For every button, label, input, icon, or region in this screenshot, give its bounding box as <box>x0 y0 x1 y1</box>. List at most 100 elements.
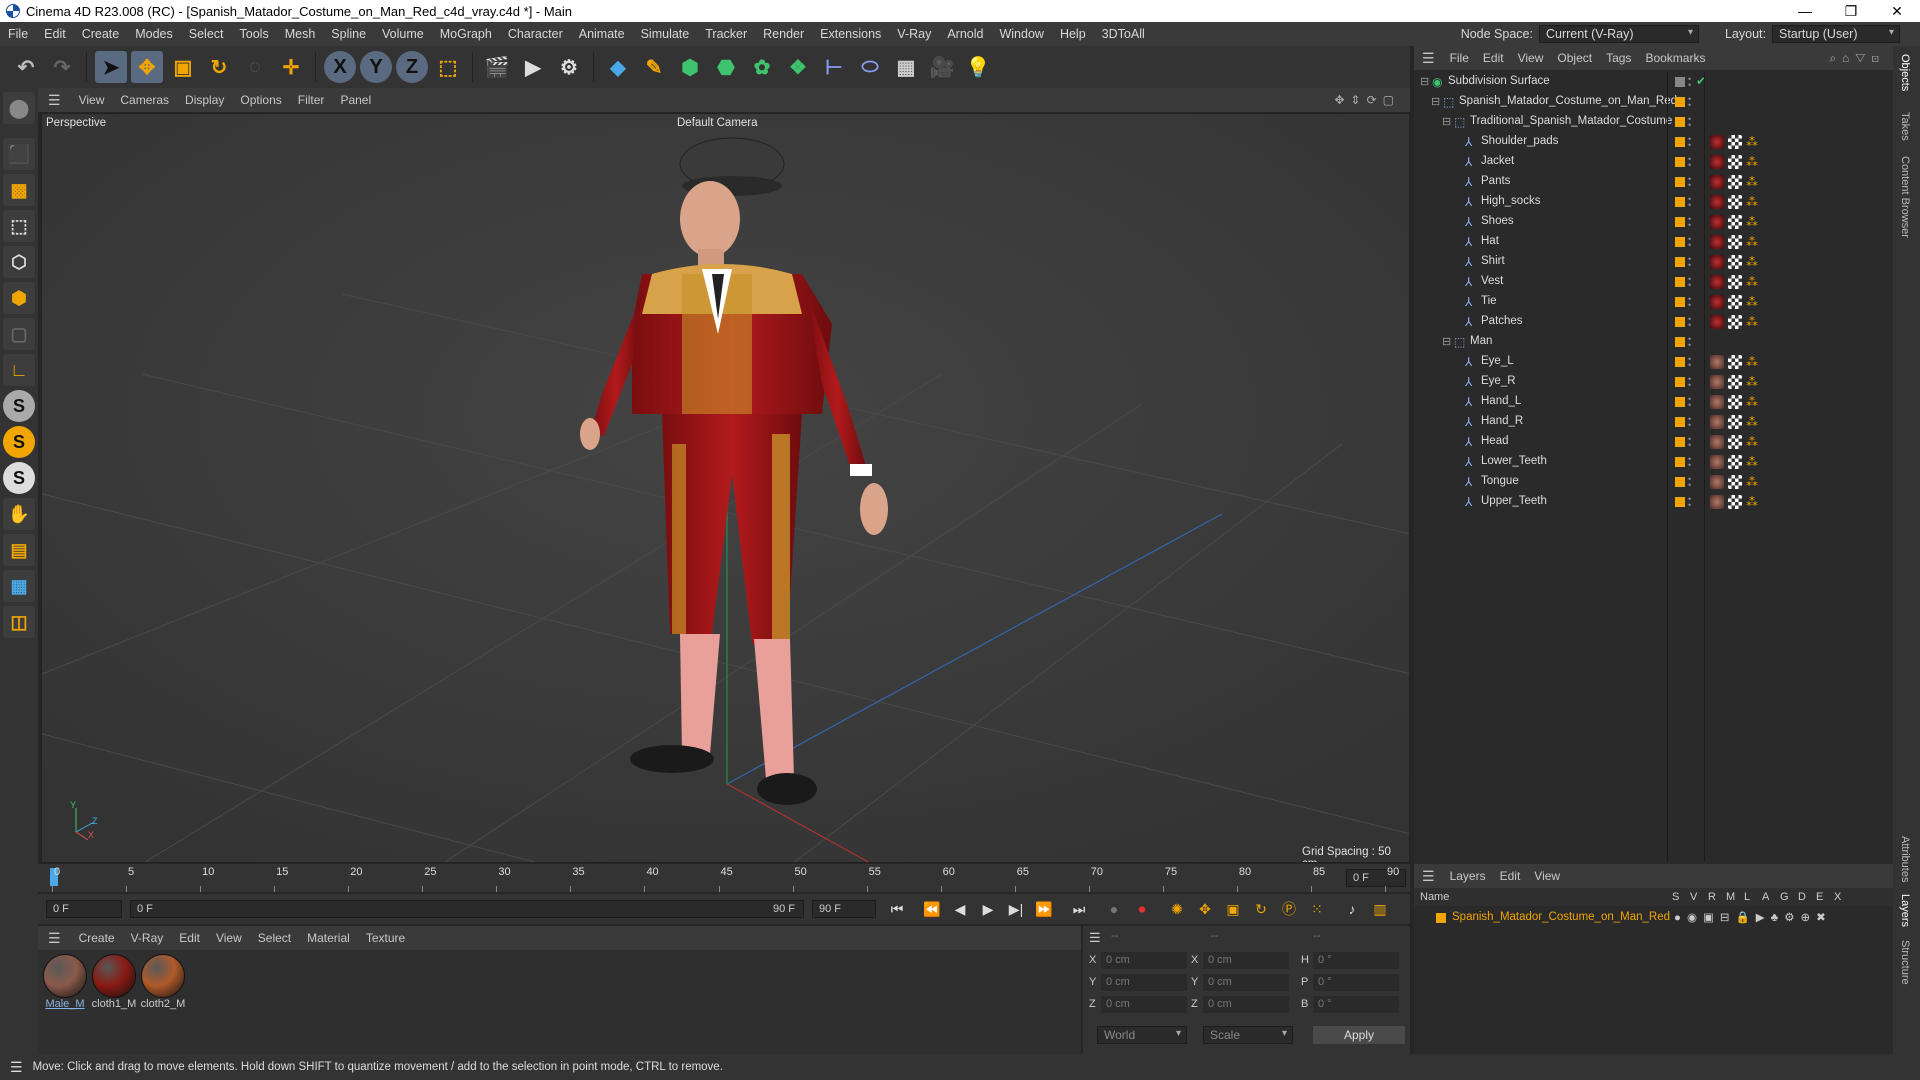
object-name[interactable]: Spanish_Matador_Costume_on_Man_Red <box>1459 95 1677 107</box>
object-row[interactable]: ⅄ Patches • • ⁂ <box>1414 312 1893 332</box>
brush-icon[interactable]: ✋ <box>3 498 35 530</box>
hamburger-icon[interactable]: ☰ <box>38 92 71 109</box>
cube-icon[interactable]: ◆ <box>602 51 634 83</box>
material-menu-edit[interactable]: Edit <box>171 931 208 945</box>
material-tag-icon[interactable] <box>1710 135 1724 149</box>
vray-tag-icon[interactable]: ⁂ <box>1746 355 1760 369</box>
scale-icon[interactable]: ▣ <box>167 51 199 83</box>
material-tag-icon[interactable] <box>1710 315 1724 329</box>
texture-tag-icon[interactable] <box>1728 135 1742 149</box>
minimize-button[interactable]: — <box>1782 0 1828 22</box>
visibility-dots-icon[interactable]: • • <box>1688 115 1692 130</box>
key-pla-icon[interactable]: ⁙ <box>1306 898 1328 920</box>
material-name[interactable]: Male_M <box>42 998 88 1010</box>
end-frame-field[interactable]: 90 F <box>812 900 876 918</box>
layer-color-box[interactable] <box>1675 197 1685 207</box>
object-row[interactable]: ⅄ Eye_L • • ⁂ <box>1414 352 1893 372</box>
coord-value-field[interactable]: 0 cm <box>1203 952 1289 969</box>
viewport-menu-display[interactable]: Display <box>177 93 232 107</box>
texture-tag-icon[interactable] <box>1728 495 1742 509</box>
menu-item-create[interactable]: Create <box>74 27 128 41</box>
material-tag-icon[interactable] <box>1710 175 1724 189</box>
viewport-menu-view[interactable]: View <box>71 93 113 107</box>
visibility-dots-icon[interactable]: • • <box>1688 295 1692 310</box>
object-menu-object[interactable]: Object <box>1550 51 1599 65</box>
viewport-menu-filter[interactable]: Filter <box>290 93 333 107</box>
visibility-dots-icon[interactable]: • • <box>1688 235 1692 250</box>
menu-item-tools[interactable]: Tools <box>232 27 277 41</box>
layer-color-box[interactable] <box>1675 497 1685 507</box>
previous-frame-icon[interactable]: ◀ <box>949 898 971 920</box>
vray-tag-icon[interactable]: ⁂ <box>1746 375 1760 389</box>
material-tag-icon[interactable] <box>1710 275 1724 289</box>
object-row[interactable]: ⅄ Upper_Teeth • • ⁂ <box>1414 492 1893 512</box>
object-row[interactable]: ⅄ Jacket • • ⁂ <box>1414 152 1893 172</box>
vray-tag-icon[interactable]: ⁂ <box>1746 135 1760 149</box>
object-name[interactable]: Hand_L <box>1481 395 1521 407</box>
object-name[interactable]: Subdivision Surface <box>1448 75 1550 87</box>
uv-mode-icon[interactable]: ▢ <box>3 318 35 350</box>
object-row[interactable]: ⅄ Tie • • ⁂ <box>1414 292 1893 312</box>
viewport-camera-name[interactable]: Default Camera <box>677 117 758 129</box>
texture-tag-icon[interactable] <box>1728 155 1742 169</box>
layer-name[interactable]: Spanish_Matador_Costume_on_Man_Red <box>1452 911 1670 923</box>
visibility-dots-icon[interactable]: • • <box>1688 175 1692 190</box>
coordinate-system-icon[interactable]: ⬚ <box>432 51 464 83</box>
object-name[interactable]: Traditional_Spanish_Matador_Costume <box>1470 115 1672 127</box>
vray-tag-icon[interactable]: ⁂ <box>1746 275 1760 289</box>
material-tag-icon[interactable] <box>1710 155 1724 169</box>
live-select-icon[interactable]: ◌ <box>239 51 271 83</box>
vray-tag-icon[interactable]: ⁂ <box>1746 395 1760 409</box>
material-tag-icon[interactable] <box>1710 395 1724 409</box>
menu-item-help[interactable]: Help <box>1052 27 1094 41</box>
visibility-dots-icon[interactable]: • • <box>1688 135 1692 150</box>
y-axis-icon[interactable]: Y <box>360 51 392 83</box>
layer-color-box[interactable] <box>1675 297 1685 307</box>
material-swatch[interactable]: Male_M <box>42 954 88 1010</box>
tab-layers[interactable]: Layers <box>1899 894 1911 927</box>
object-name[interactable]: Eye_L <box>1481 355 1514 367</box>
material-tag-icon[interactable] <box>1710 195 1724 209</box>
texture-mode-icon[interactable]: ▩ <box>3 174 35 206</box>
object-row[interactable]: ⅄ Hat • • ⁂ <box>1414 232 1893 252</box>
z-axis-icon[interactable]: Z <box>396 51 428 83</box>
visibility-dots-icon[interactable]: • • <box>1688 435 1692 450</box>
viewport-menu-panel[interactable]: Panel <box>332 93 379 107</box>
object-name[interactable]: Pants <box>1481 175 1510 187</box>
material-tag-icon[interactable] <box>1710 415 1724 429</box>
maximize-button[interactable]: ❐ <box>1828 0 1874 22</box>
next-key-icon[interactable]: ⏩ <box>1033 898 1055 920</box>
go-to-end-icon[interactable]: ⏭ <box>1068 898 1090 920</box>
object-row[interactable]: ⅄ Shoulder_pads • • ⁂ <box>1414 132 1893 152</box>
snap-icon[interactable]: S <box>3 390 35 422</box>
layers-menu-view[interactable]: View <box>1527 869 1567 883</box>
coord-value-field[interactable]: 0 cm <box>1101 974 1187 991</box>
menu-item-tracker[interactable]: Tracker <box>697 27 755 41</box>
texture-tag-icon[interactable] <box>1728 315 1742 329</box>
floor-icon[interactable]: ▦ <box>890 51 922 83</box>
hamburger-icon[interactable]: ☰ <box>1089 930 1101 946</box>
object-name[interactable]: Hat <box>1481 235 1499 247</box>
layer-color-box[interactable] <box>1675 457 1685 467</box>
material-preview-ball[interactable] <box>43 954 87 998</box>
object-row[interactable]: ⊟ ⬚ Spanish_Matador_Costume_on_Man_Red • • <box>1414 92 1893 112</box>
menu-item-arnold[interactable]: Arnold <box>939 27 991 41</box>
texture-tag-icon[interactable] <box>1728 175 1742 189</box>
object-name[interactable]: Shoulder_pads <box>1481 135 1558 147</box>
vray-tag-icon[interactable]: ⁂ <box>1746 435 1760 449</box>
grid-icon[interactable]: ▦ <box>3 570 35 602</box>
timeline-layout-icon[interactable]: ▥ <box>1369 898 1391 920</box>
menu-item-extensions[interactable]: Extensions <box>812 27 889 41</box>
object-menu-tags[interactable]: Tags <box>1599 51 1638 65</box>
object-row[interactable]: ⅄ High_socks • • ⁂ <box>1414 192 1893 212</box>
3d-viewport[interactable]: Perspective Default Camera Grid Spacing … <box>41 113 1410 863</box>
edges-mode-icon[interactable]: ⬡ <box>3 246 35 278</box>
visibility-dots-icon[interactable]: • • <box>1688 335 1692 350</box>
tab-attributes[interactable]: Attributes <box>1899 836 1911 882</box>
texture-tag-icon[interactable] <box>1728 415 1742 429</box>
coord-value-field[interactable]: 0 cm <box>1203 974 1289 991</box>
visibility-dots-icon[interactable]: • • <box>1688 255 1692 270</box>
material-name[interactable]: cloth1_M <box>91 998 137 1010</box>
key-position-icon[interactable]: ✥ <box>1194 898 1216 920</box>
deformer-icon[interactable]: ❖ <box>782 51 814 83</box>
